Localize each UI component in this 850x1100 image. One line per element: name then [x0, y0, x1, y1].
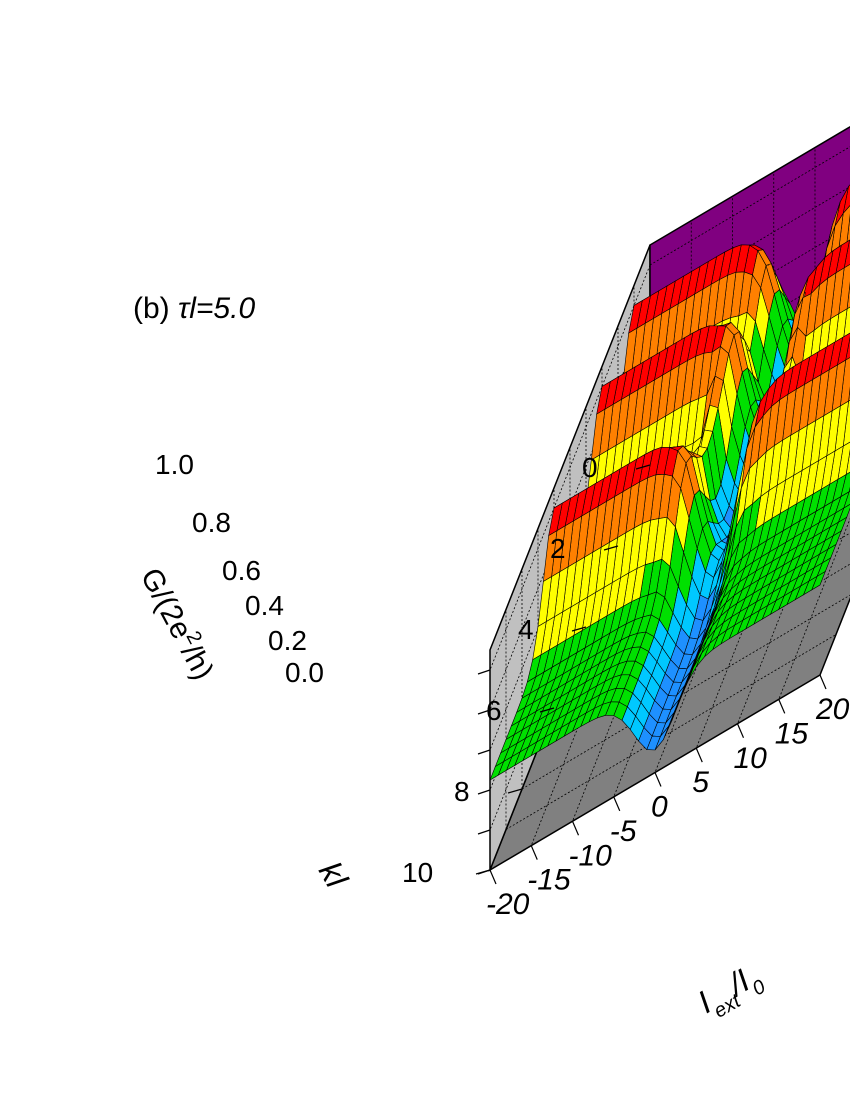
y-tick-label: 10: [402, 857, 433, 888]
z-axis-title-tail: /h): [174, 639, 220, 685]
x-tick-label: -20: [486, 888, 530, 921]
z-tick-label: 1.0: [155, 449, 194, 480]
surface-plot: 0.00.20.40.60.81.0 0246810-20-15-10-50510…: [133, 125, 850, 1027]
x-tick: [613, 796, 621, 812]
x-tick-label: -15: [527, 864, 571, 897]
y-tick-label: 4: [518, 614, 534, 645]
z-tick: [477, 829, 491, 835]
z-tick-label: 0.8: [192, 507, 231, 538]
y-tick: [475, 869, 491, 875]
x-tick: [654, 772, 662, 787]
panel-label: (b) τl=5.0: [133, 292, 255, 325]
x-axis-title: Iext/I0: [692, 957, 770, 1027]
x-axis-title-sub2: 0: [749, 976, 770, 1001]
z-tick-label: 0.2: [268, 625, 307, 656]
x-tick-label: 0: [651, 791, 668, 824]
x-tick-label: -10: [569, 839, 613, 872]
z-tick: [477, 789, 491, 795]
z-tick-label: 0.4: [245, 590, 284, 621]
x-tick: [778, 699, 786, 714]
chart-figure: 0.0 0.2 0.4 0.6 0.8 1.0 0 2 4 6 8 10 -20 -15 -10 -5 0 5 10…: [0, 0, 850, 1100]
x-tick: [736, 723, 745, 738]
z-axis-title-main: G/(2e: [134, 563, 198, 645]
y-tick-label: 2: [550, 533, 566, 564]
z-tick: [477, 749, 491, 755]
x-tick: [571, 821, 580, 836]
x-tick: [530, 845, 538, 860]
parameter-value: =5.0: [196, 292, 256, 325]
x-tick-label: 15: [775, 717, 809, 750]
y-tick-label: 6: [486, 695, 502, 726]
x-tick: [819, 674, 827, 690]
x-tick-label: 10: [734, 742, 768, 775]
z-tick: [477, 669, 491, 675]
x-tick-label: 20: [815, 693, 850, 726]
y-tick-label: 8: [454, 776, 470, 807]
x-tick-label: -5: [610, 815, 637, 848]
panel-id: (b): [133, 292, 170, 325]
x-tick-label: 5: [692, 766, 709, 799]
parameter-symbol: τl: [178, 292, 197, 325]
z-tick-label: 0.6: [222, 555, 261, 586]
x-tick: [695, 747, 703, 763]
z-axis-title: G/(2e2/h): [134, 561, 223, 685]
y-tick-label: 0: [582, 452, 598, 483]
y-axis-title: kl: [312, 856, 355, 895]
x-tick: [489, 869, 497, 885]
z-tick-label: 0.0: [285, 657, 324, 688]
